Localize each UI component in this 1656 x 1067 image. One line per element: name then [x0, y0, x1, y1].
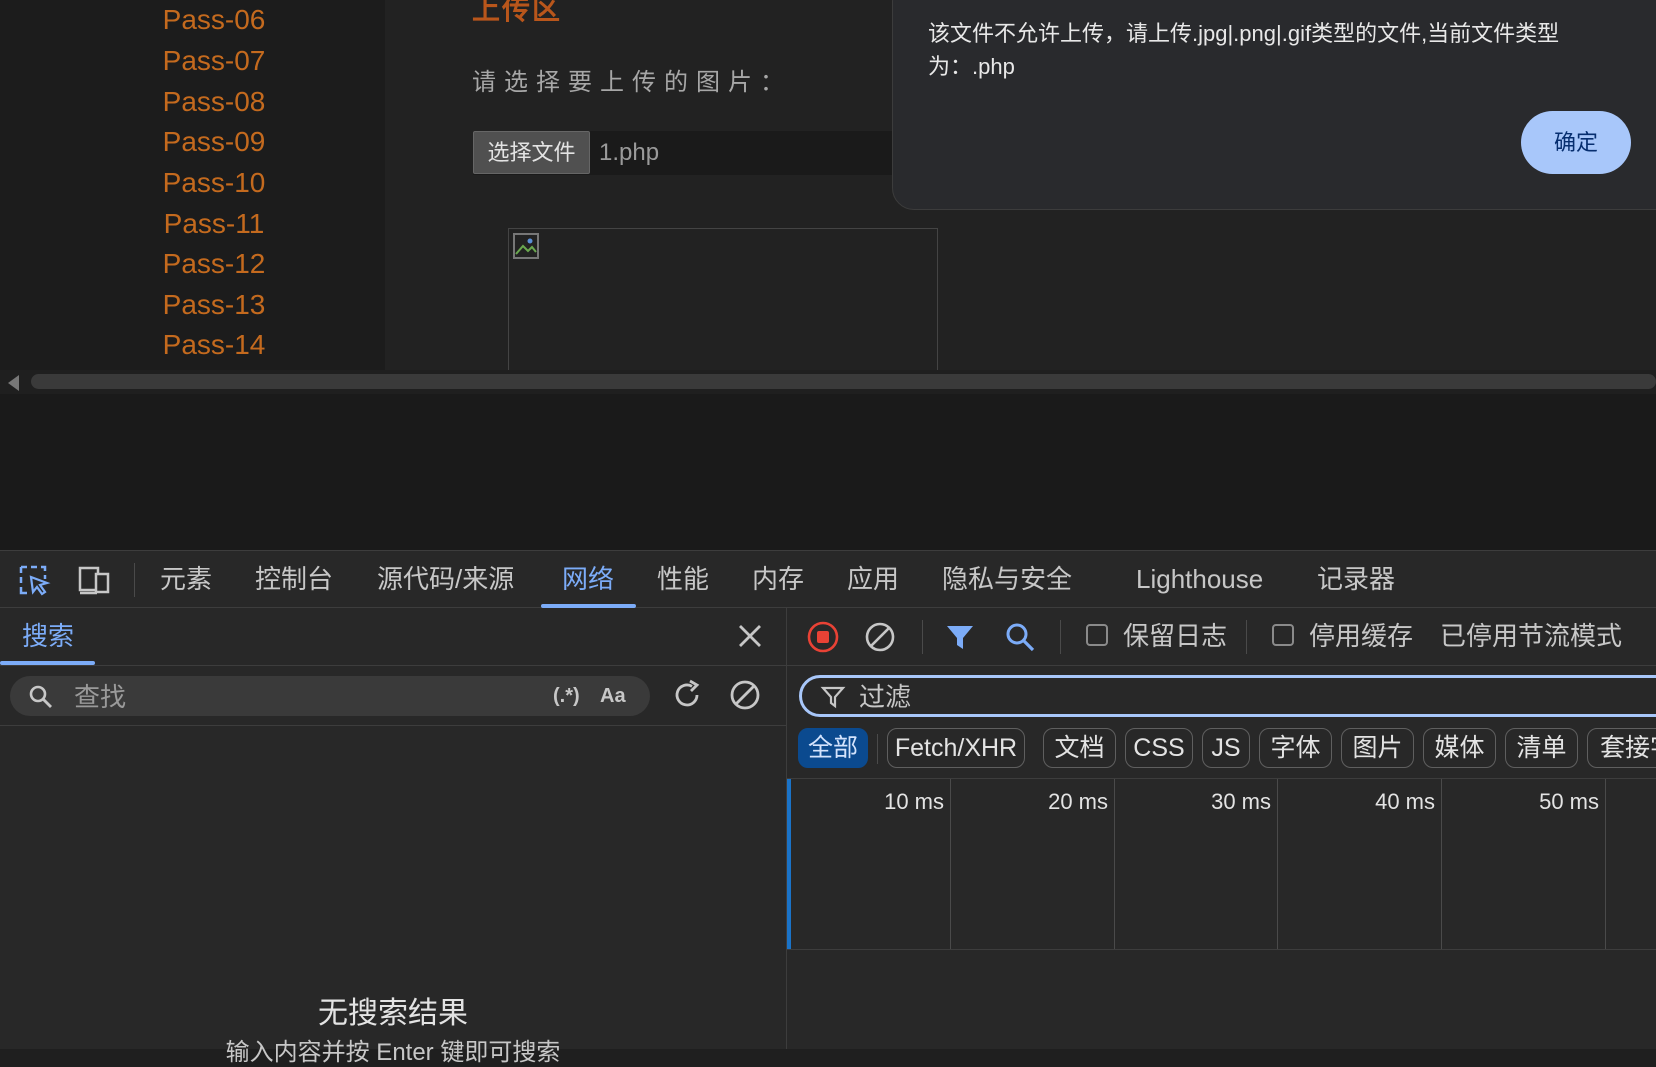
scrollbar-thumb[interactable]	[31, 374, 1656, 389]
timeline-label-10ms: 10 ms	[884, 789, 944, 814]
preserve-log-label: 保留日志	[1123, 621, 1228, 651]
network-timeline[interactable]: 10 ms 20 ms 30 ms 40 ms 50 ms	[787, 778, 1656, 950]
timeline-label-40ms: 40 ms	[1375, 789, 1435, 814]
chip-separator	[877, 734, 878, 764]
horizontal-scrollbar[interactable]	[0, 370, 1656, 394]
search-hint: 输入内容并按 Enter 键即可搜索	[225, 1039, 561, 1066]
timeline-label-30ms: 30 ms	[1211, 789, 1271, 814]
timeline-start-marker	[787, 779, 791, 949]
timeline-gridline	[1441, 779, 1442, 949]
choose-file-button[interactable]: 选择文件	[473, 131, 590, 174]
search-panel-header: 搜索	[0, 608, 786, 666]
chip-all[interactable]: 全部	[798, 728, 868, 768]
refresh-icon[interactable]	[670, 678, 704, 712]
pass-link-08[interactable]: Pass-08	[0, 82, 428, 122]
throttling-select[interactable]: 已停用节流模式	[1440, 608, 1622, 665]
search-network-icon[interactable]	[1004, 621, 1036, 653]
clear-search-icon[interactable]	[728, 678, 762, 712]
tab-sources[interactable]: 源代码/来源	[377, 551, 514, 607]
no-results-message: 无搜索结果	[318, 997, 468, 1030]
timeline-gridline	[1114, 779, 1115, 949]
search-panel: 搜索 (.*) Aa 无搜索结果 输入内容并按 Enter 键即可搜索	[0, 608, 787, 1066]
chip-websocket[interactable]: 套接字	[1587, 728, 1656, 768]
search-tab-indicator	[0, 661, 95, 665]
match-case-toggle[interactable]: Aa	[600, 676, 626, 716]
record-stop-icon[interactable]	[807, 621, 839, 653]
alert-dialog: 该文件不允许上传，请上传.jpg|.png|.gif类型的文件,当前文件类型为：…	[892, 0, 1656, 210]
divider	[0, 725, 786, 726]
pass-link-10[interactable]: Pass-10	[0, 163, 428, 203]
timeline-gridline	[950, 779, 951, 949]
pass-link-07[interactable]: Pass-07	[0, 41, 428, 81]
preserve-log-checkbox[interactable]	[1086, 624, 1108, 646]
chip-img[interactable]: 图片	[1341, 728, 1414, 768]
pass-link-12[interactable]: Pass-12	[0, 244, 428, 284]
chip-fetch-xhr[interactable]: Fetch/XHR	[887, 728, 1025, 768]
timeline-gridline	[1277, 779, 1278, 949]
tab-network[interactable]: 网络	[562, 551, 614, 607]
disable-cache-checkbox[interactable]	[1272, 624, 1294, 646]
tabbar-separator	[134, 563, 135, 597]
pass-link-11[interactable]: Pass-11	[0, 204, 428, 244]
chip-js[interactable]: JS	[1202, 728, 1250, 768]
network-toolbar: 保留日志 停用缓存 已停用节流模式	[787, 608, 1656, 666]
pass-sidebar: Pass-06 Pass-07 Pass-08 Pass-09 Pass-10 …	[0, 0, 385, 370]
tab-performance[interactable]: 性能	[657, 551, 709, 607]
page-blank-area	[0, 394, 1656, 550]
filter-funnel-icon[interactable]	[944, 621, 976, 653]
tab-application[interactable]: 应用	[847, 551, 899, 607]
page-title: 上传区	[472, 0, 563, 25]
tab-privacy-security[interactable]: 隐私与安全	[942, 551, 1072, 607]
timeline-label-20ms: 20 ms	[1048, 789, 1108, 814]
search-box: (.*) Aa	[10, 676, 650, 718]
alert-ok-button[interactable]: 确定	[1521, 111, 1631, 174]
close-icon[interactable]	[736, 622, 764, 650]
disable-cache-label: 停用缓存	[1309, 621, 1414, 651]
filter-input[interactable]	[857, 678, 1561, 716]
inspect-element-icon[interactable]	[17, 563, 51, 597]
clear-log-icon[interactable]	[864, 621, 896, 653]
tab-lighthouse[interactable]: Lighthouse	[1136, 551, 1263, 607]
timeline-label-50ms: 50 ms	[1539, 789, 1599, 814]
device-toolbar-icon[interactable]	[77, 563, 111, 597]
devtools-tabbar: 元素 控制台 源代码/来源 网络 性能 内存 应用 隐私与安全 Lighthou…	[0, 550, 1656, 608]
toolbar-separator	[922, 620, 923, 654]
selected-file-name: 1.php	[599, 139, 660, 166]
chip-font[interactable]: 字体	[1259, 728, 1332, 768]
alert-message: 该文件不允许上传，请上传.jpg|.png|.gif类型的文件,当前文件类型为：…	[928, 21, 1560, 79]
pass-link-09[interactable]: Pass-09	[0, 122, 428, 162]
search-input[interactable]	[72, 676, 546, 718]
chip-css[interactable]: CSS	[1125, 728, 1193, 768]
filter-box	[799, 675, 1656, 717]
scroll-left-arrow-icon[interactable]	[8, 375, 19, 391]
tab-elements[interactable]: 元素	[160, 551, 212, 607]
chip-doc[interactable]: 文档	[1043, 728, 1116, 768]
devtools-panel: 元素 控制台 源代码/来源 网络 性能 内存 应用 隐私与安全 Lighthou…	[0, 550, 1656, 1066]
chip-media[interactable]: 媒体	[1423, 728, 1496, 768]
image-preview	[508, 228, 938, 370]
pass-link-06[interactable]: Pass-06	[0, 0, 428, 40]
tab-recorder[interactable]: 记录器	[1317, 551, 1395, 607]
regex-toggle[interactable]: (.*)	[553, 676, 580, 716]
search-icon	[29, 685, 52, 708]
file-input: 选择文件 1.php	[473, 131, 893, 175]
toolbar-separator	[1246, 620, 1247, 654]
pass-link-14[interactable]: Pass-14	[0, 325, 428, 365]
chip-manifest[interactable]: 清单	[1505, 728, 1578, 768]
tab-memory[interactable]: 内存	[752, 551, 804, 607]
timeline-gridline	[1605, 779, 1606, 949]
network-panel: 保留日志 停用缓存 已停用节流模式 全部 Fetch/XHR 文档 CSS JS…	[787, 608, 1656, 1049]
upload-prompt: 请选择要上传的图片：	[472, 69, 792, 96]
pass-link-13[interactable]: Pass-13	[0, 285, 428, 325]
search-tab[interactable]: 搜索	[22, 608, 74, 665]
tab-console[interactable]: 控制台	[255, 551, 333, 607]
broken-image-icon	[513, 233, 539, 259]
toolbar-separator	[1060, 620, 1061, 654]
filter-icon	[820, 686, 846, 709]
